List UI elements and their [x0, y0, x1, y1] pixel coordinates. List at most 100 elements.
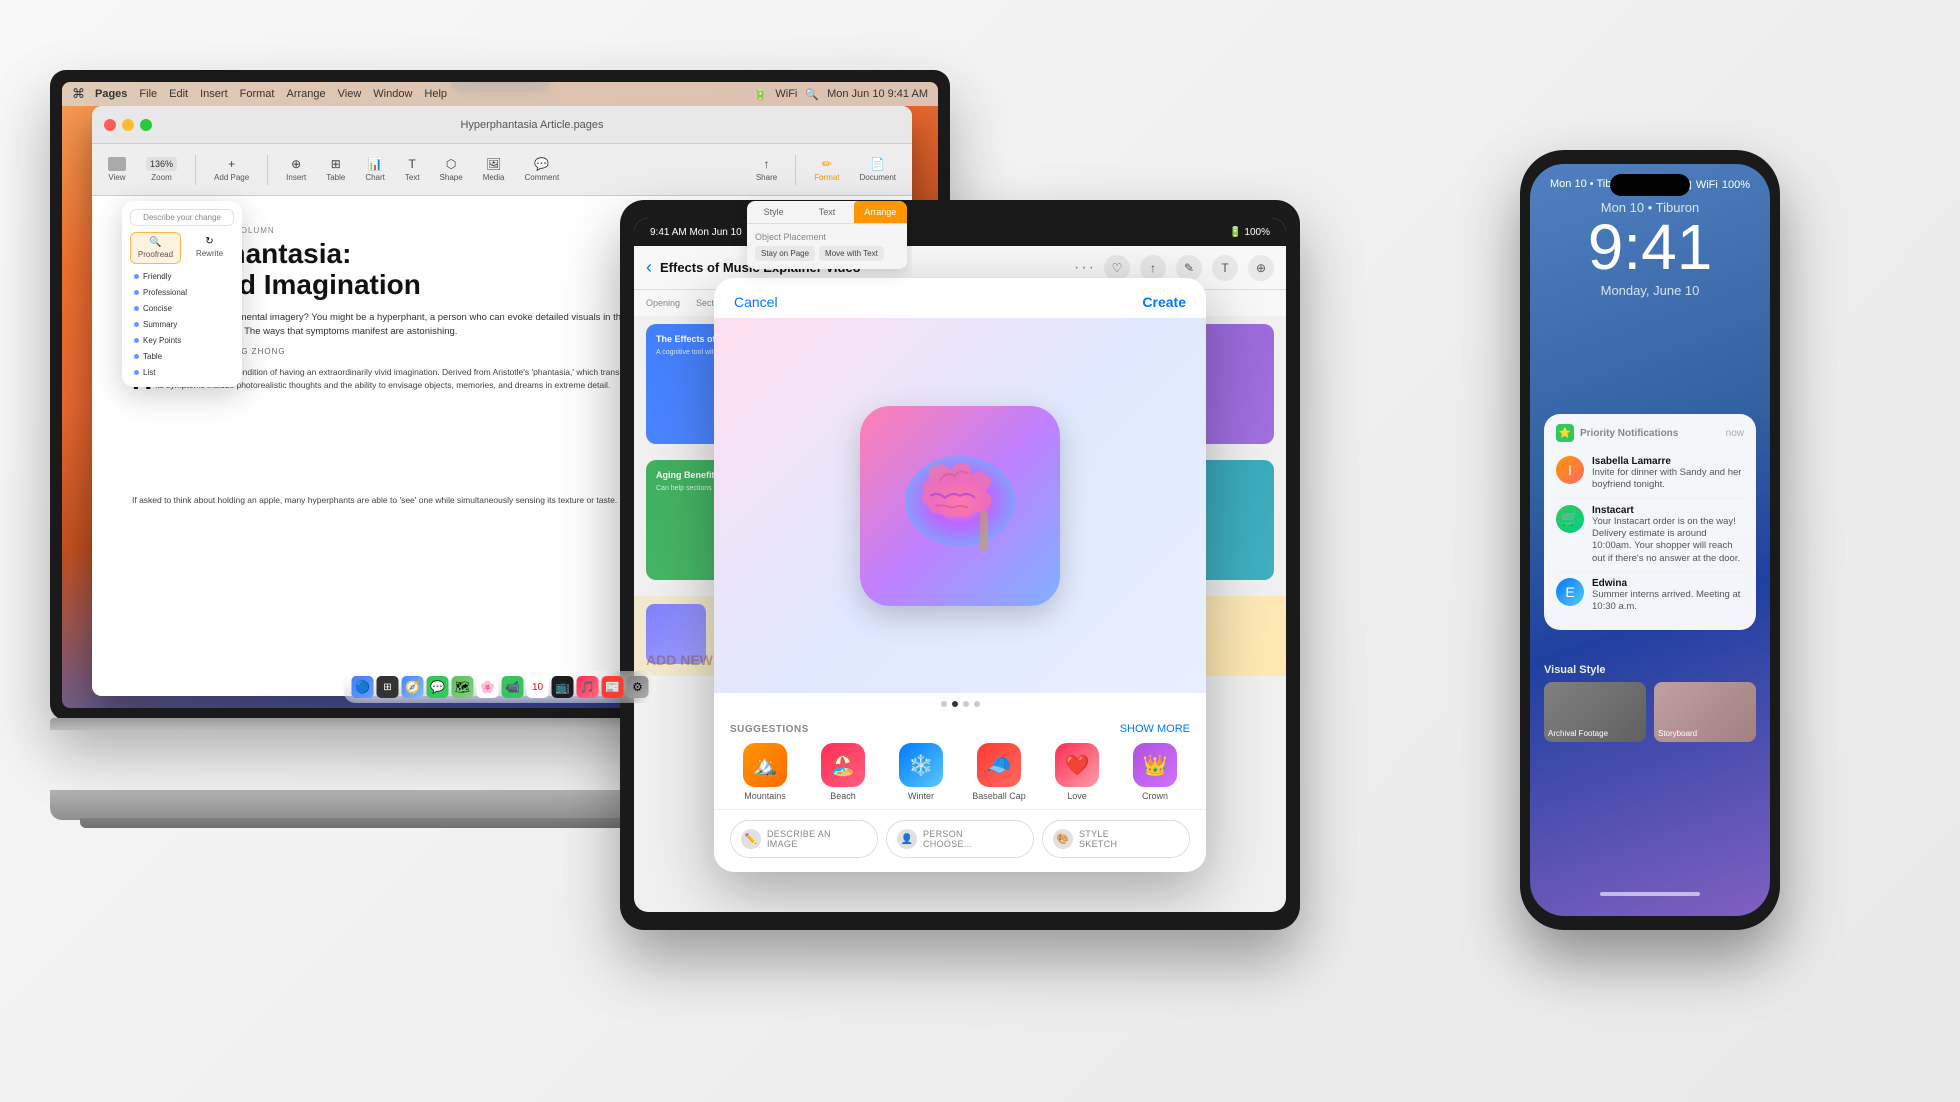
- describe-icon: ✏️: [741, 829, 761, 849]
- baseball-cap-label: Baseball Cap: [972, 791, 1026, 801]
- notification-item-1[interactable]: I Isabella Lamarre Invite for dinner wit…: [1556, 450, 1744, 499]
- describe-image-btn[interactable]: ✏️ DESCRIBE AN IMAGE: [730, 820, 878, 858]
- toolbar-media-btn[interactable]: 🖼 Media: [477, 153, 511, 186]
- pages-toolbar: View 136% Zoom + Add Page ⊕ Insert: [92, 144, 912, 196]
- suggestion-love[interactable]: ❤️ Love: [1042, 743, 1112, 801]
- dock-appletv-icon[interactable]: 📺: [552, 676, 574, 698]
- toolbar-shape-btn[interactable]: ⬡ Shape: [434, 153, 469, 186]
- wt-tab-rewrite[interactable]: ↻ Rewrite: [185, 232, 234, 264]
- iphone-location-label: Mon 10 • Tiburon 9:41 Monday, June 10: [1530, 200, 1770, 298]
- menu-insert[interactable]: Insert: [200, 88, 228, 100]
- dock-facetime-icon[interactable]: 📹: [502, 676, 524, 698]
- wt-option-professional[interactable]: Professional: [130, 286, 234, 299]
- ipad-nav-icon-4[interactable]: T: [1212, 255, 1238, 281]
- toolbar-share-btn[interactable]: ↑ Share: [750, 153, 783, 186]
- format-tab-arrange[interactable]: Arrange: [854, 201, 907, 223]
- toolbar-insert-btn[interactable]: ⊕ Insert: [280, 153, 312, 186]
- menu-help[interactable]: Help: [424, 88, 447, 100]
- menu-edit[interactable]: Edit: [169, 88, 188, 100]
- dock-apps-icon[interactable]: ⊞: [377, 676, 399, 698]
- dock-systemprefs-icon[interactable]: ⚙: [627, 676, 649, 698]
- toolbar-chart-btn[interactable]: 📊 Chart: [359, 153, 391, 186]
- suggestion-mountains[interactable]: 🏔️ Mountains: [730, 743, 800, 801]
- ipad-back-button[interactable]: ‹: [646, 257, 652, 278]
- wt-option-list[interactable]: List: [130, 366, 234, 379]
- dock-safari-icon[interactable]: 🧭: [402, 676, 424, 698]
- modal-dot-1[interactable]: [941, 701, 947, 707]
- dock-music-icon[interactable]: 🎵: [577, 676, 599, 698]
- toolbar-document-btn[interactable]: 📄 Document: [854, 153, 902, 186]
- toolbar-comment-btn[interactable]: 💬 Comment: [518, 153, 565, 186]
- toolbar-zoom-btn[interactable]: 136% Zoom: [140, 153, 183, 186]
- dock-photos-icon[interactable]: 🌸: [477, 676, 499, 698]
- archival-footage-item[interactable]: Archival Footage: [1544, 682, 1646, 742]
- visual-style-label: Visual Style: [1544, 664, 1756, 676]
- dock-maps-icon[interactable]: 🗺: [452, 676, 474, 698]
- macbook-menubar: ⌘ Pages File Edit Insert Format Arrange …: [62, 82, 938, 106]
- format-tab-style[interactable]: Style: [747, 201, 800, 223]
- stay-on-page-btn[interactable]: Stay on Page: [755, 246, 815, 261]
- baseball-cap-icon: 🧢: [977, 743, 1021, 787]
- suggestion-crown[interactable]: 👑 Crown: [1120, 743, 1190, 801]
- wt-tab-proofread[interactable]: 🔍 Proofread: [130, 232, 181, 264]
- wt-option-summary[interactable]: Summary: [130, 318, 234, 331]
- modal-dot-3[interactable]: [963, 701, 969, 707]
- iphone-notification-card[interactable]: ⭐ Priority Notifications now I Isabella …: [1544, 414, 1756, 630]
- toolbar-text-btn[interactable]: T Text: [399, 153, 426, 186]
- ipad-section-opening[interactable]: Opening: [646, 298, 680, 308]
- person-choose-btn[interactable]: 👤 PERSON CHOOSE...: [886, 820, 1034, 858]
- ipad-frame: 9:41 AM Mon Jun 10 🔋 100% ‹ Effects of M…: [620, 200, 1300, 930]
- notification-item-3[interactable]: E Edwina Summer interns arrived. Meeting…: [1556, 572, 1744, 620]
- close-button[interactable]: [104, 119, 116, 131]
- apple-menu[interactable]: ⌘: [72, 86, 85, 102]
- toolbar-format-btn[interactable]: ✏ Format: [808, 153, 845, 186]
- toolbar-addpage-btn[interactable]: + Add Page: [208, 153, 255, 186]
- fullscreen-button[interactable]: [140, 119, 152, 131]
- wt-option-concise[interactable]: Concise: [130, 302, 234, 315]
- modal-dot-2[interactable]: [952, 701, 958, 707]
- toolbar-table-btn[interactable]: ⊞ Table: [320, 153, 351, 186]
- menu-format[interactable]: Format: [240, 88, 275, 100]
- ipad-more-button[interactable]: ···: [1074, 259, 1096, 277]
- menu-pages[interactable]: Pages: [95, 88, 127, 100]
- wt-option-keypoints[interactable]: Key Points: [130, 334, 234, 347]
- menu-file[interactable]: File: [139, 88, 157, 100]
- style-sketch-btn[interactable]: 🎨 STYLE SKETCH: [1042, 820, 1190, 858]
- dock-calendar-icon[interactable]: 10: [527, 676, 549, 698]
- notif-avatar-instacart: 🛒: [1556, 505, 1584, 533]
- menu-datetime: Mon Jun 10 9:41 AM: [827, 88, 928, 100]
- notification-item-2[interactable]: 🛒 Instacart Your Instacart order is on t…: [1556, 499, 1744, 572]
- suggestion-winter[interactable]: ❄️ Winter: [886, 743, 956, 801]
- minimize-button[interactable]: [122, 119, 134, 131]
- storyboard-item[interactable]: Storyboard: [1654, 682, 1756, 742]
- ipad-nav-icon-5[interactable]: ⊕: [1248, 255, 1274, 281]
- iphone-dynamic-island: [1610, 174, 1690, 196]
- notif-content-isabella: Isabella Lamarre Invite for dinner with …: [1592, 456, 1744, 492]
- ipad-nav-icon-2[interactable]: ↑: [1140, 255, 1166, 281]
- show-more-button[interactable]: SHOW MORE: [1120, 723, 1190, 735]
- ipad-statusbar: 9:41 AM Mon Jun 10 🔋 100%: [634, 218, 1286, 246]
- modal-create-button[interactable]: Create: [1142, 294, 1186, 310]
- modal-dot-4[interactable]: [974, 701, 980, 707]
- notif-content-edwina: Edwina Summer interns arrived. Meeting a…: [1592, 578, 1744, 614]
- menu-search-icon[interactable]: 🔍: [805, 88, 819, 101]
- move-with-text-btn[interactable]: Move with Text: [819, 246, 884, 261]
- format-tab-text[interactable]: Text: [800, 201, 853, 223]
- menu-window[interactable]: Window: [373, 88, 412, 100]
- toolbar-view-btn[interactable]: View: [102, 153, 132, 186]
- ipad-nav-icon-1[interactable]: ♡: [1104, 255, 1130, 281]
- dock-messages-icon[interactable]: 💬: [427, 676, 449, 698]
- person-icon: 👤: [897, 829, 917, 849]
- modal-cancel-button[interactable]: Cancel: [734, 294, 778, 310]
- suggestion-beach[interactable]: 🏖️ Beach: [808, 743, 878, 801]
- dock-finder-icon[interactable]: 🔵: [352, 676, 374, 698]
- wt-option-table[interactable]: Table: [130, 350, 234, 363]
- menu-view[interactable]: View: [338, 88, 362, 100]
- format-object-placement-label: Object Placement: [755, 232, 899, 242]
- wt-describe-input[interactable]: Describe your change: [130, 209, 234, 226]
- suggestion-baseball-cap[interactable]: 🧢 Baseball Cap: [964, 743, 1034, 801]
- dock-news-icon[interactable]: 📰: [602, 676, 624, 698]
- wt-option-friendly[interactable]: Friendly: [130, 270, 234, 283]
- menu-arrange[interactable]: Arrange: [286, 88, 325, 100]
- ipad-nav-icon-3[interactable]: ✎: [1176, 255, 1202, 281]
